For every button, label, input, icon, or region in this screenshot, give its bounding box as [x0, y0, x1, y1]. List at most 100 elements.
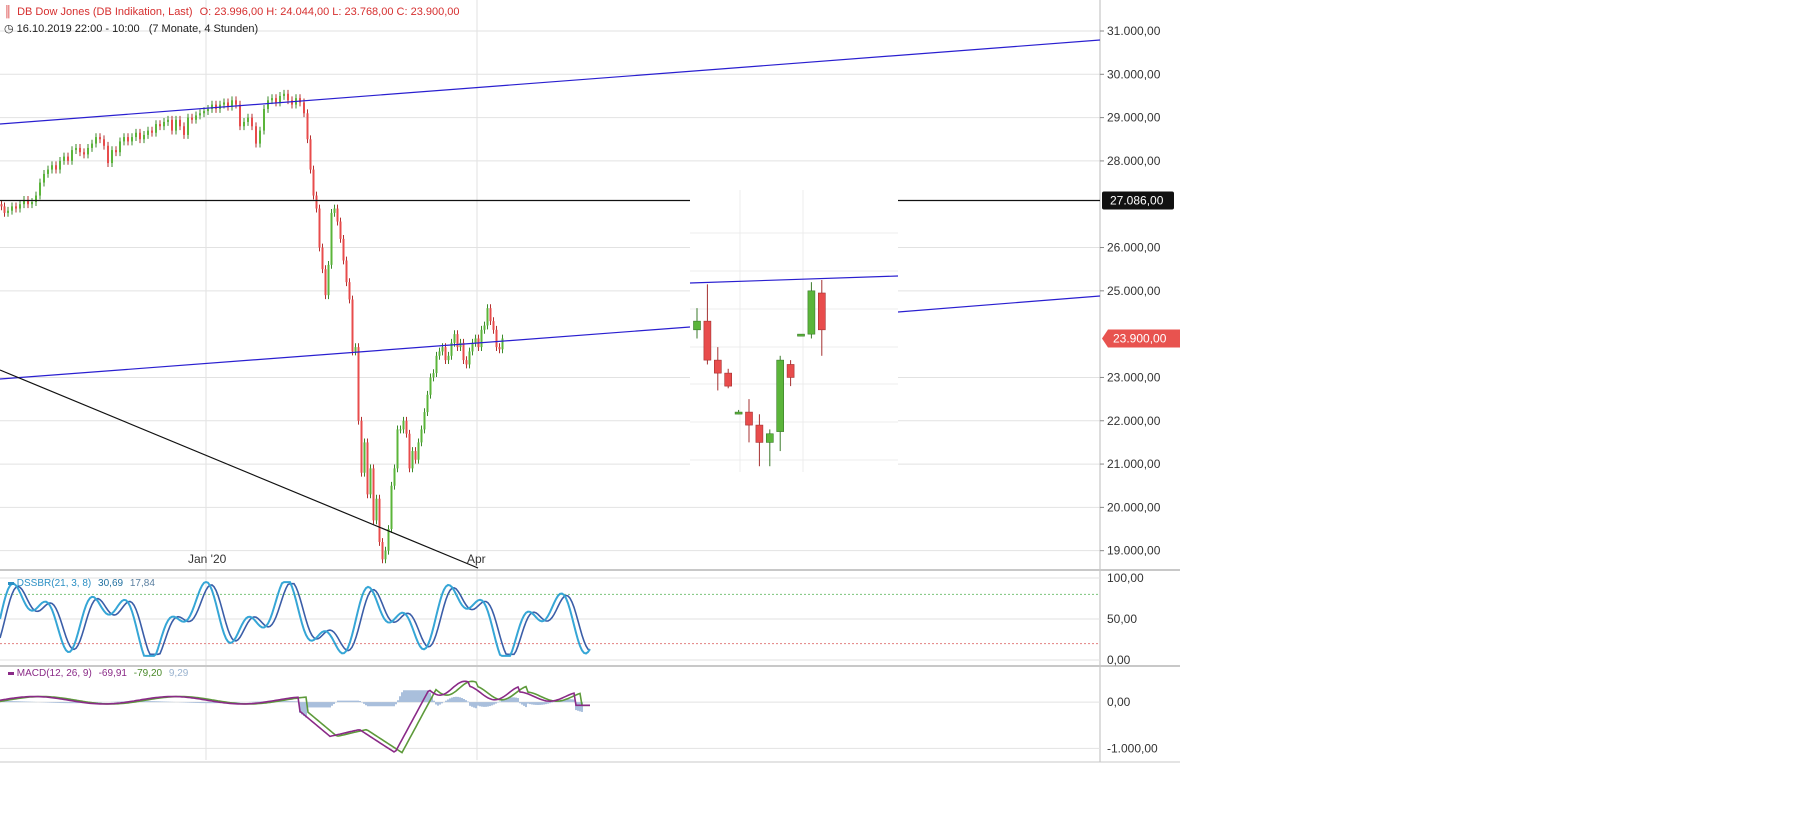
price-bar [468, 351, 471, 365]
price-bar [283, 93, 285, 96]
macd-signal-value: -79,20 [133, 668, 163, 679]
range-text: (7 Monate, 4 Stunden) [148, 23, 259, 35]
last-price-text: 23.900,00 [1113, 331, 1167, 345]
price-bar [324, 269, 327, 296]
middle-trend-line-right[interactable] [897, 295, 1101, 313]
price-bar [287, 93, 289, 101]
price-bar [0, 204, 3, 207]
zoom-candle-body [797, 333, 805, 337]
clock-icon: ◷ [4, 23, 14, 35]
price-bar [345, 260, 348, 283]
price-bar [462, 342, 465, 361]
price-bar [71, 150, 73, 161]
y-tick-label: 20.000,00 [1107, 500, 1161, 514]
x-tick-label: Apr [467, 552, 486, 566]
chart-canvas[interactable]: 31.000,00 30.000,00 29.000,00 28.000,00 27.0… [0, 0, 1813, 816]
price-bar [207, 108, 209, 112]
y-tick-label: 21.000,00 [1107, 457, 1161, 471]
price-bar [363, 442, 366, 473]
zoom-candle-body [724, 372, 733, 387]
price-bar [39, 182, 41, 196]
price-bar [139, 132, 141, 140]
price-bar [435, 355, 438, 374]
price-bar [381, 542, 384, 560]
price-bar [175, 119, 177, 131]
upper-trend-line[interactable] [0, 39, 1101, 125]
price-bar [103, 139, 105, 146]
macd-legend[interactable]: MACD(12, 26, 9) -69,91 -79,20 9,29 [8, 668, 188, 679]
dss-y-label: 0,00 [1107, 653, 1131, 667]
y-tick-label: 28.000,00 [1107, 154, 1161, 168]
macd-main-line [0, 680, 590, 753]
middle-trend-line[interactable] [0, 326, 691, 380]
zoom-candle-body [765, 433, 774, 443]
dssbr-label: DSSBR(21, 3, 8) [16, 578, 92, 589]
price-bar [306, 113, 309, 140]
price-bar [399, 429, 402, 431]
price-bar [31, 202, 33, 205]
macd-y-label: 0,00 [1107, 695, 1131, 709]
zoom-candle-body [745, 411, 753, 426]
price-bar [155, 124, 157, 133]
price-bar [115, 150, 117, 153]
price-bar [143, 134, 145, 140]
price-bar [167, 119, 169, 122]
price-bar [414, 451, 417, 460]
price-bar [67, 156, 69, 161]
price-bar [83, 152, 85, 155]
zoom-candle-body [734, 411, 743, 415]
price-bar [55, 165, 57, 170]
zoom-candle-body [776, 359, 785, 432]
price-bar [183, 126, 185, 135]
price-bar [271, 98, 273, 101]
y-tick-label: 23.000,00 [1107, 370, 1161, 384]
macd-label: MACD(12, 26, 9) [16, 668, 92, 679]
price-bar [396, 429, 399, 469]
price-bar [107, 145, 109, 164]
dssbr-swatch [8, 581, 14, 585]
price-bar [7, 210, 9, 213]
price-bar [330, 212, 333, 265]
price-bar [312, 169, 315, 196]
price-bar [299, 98, 301, 103]
dss-y-label: 100,00 [1107, 571, 1144, 585]
price-bar [171, 119, 173, 131]
price-bar [159, 124, 161, 127]
macd-swatch [8, 671, 14, 675]
zoom-candle-body [693, 320, 701, 331]
price-bar [348, 282, 351, 300]
price-bar [480, 329, 483, 348]
zoom-candle-body [817, 292, 826, 331]
price-bar [247, 117, 249, 122]
price-bar [474, 338, 477, 343]
price-bar [51, 165, 53, 170]
price-bar [459, 342, 462, 348]
price-bar [444, 347, 447, 361]
price-bar [291, 100, 293, 105]
y-tick-label: 25.000,00 [1107, 284, 1161, 298]
candles-icon[interactable]: ║ [4, 6, 14, 18]
zoom-candle-body [807, 290, 816, 335]
period-text: 16.10.2019 22:00 - 10:00 [16, 23, 140, 35]
y-tick-label: 31.000,00 [1107, 24, 1161, 38]
lower-support-line[interactable] [0, 369, 479, 569]
price-bar [426, 394, 429, 413]
price-bar [456, 334, 459, 348]
price-bar [438, 351, 441, 356]
price-bar [263, 108, 265, 131]
price-bar [408, 433, 411, 469]
macd-histogram-value: 9,29 [168, 668, 189, 679]
price-bar [402, 420, 405, 430]
ohlc-readout: O: 23.996,00 H: 24.044,00 L: 23.768,00 C… [199, 6, 460, 18]
price-bar [91, 143, 93, 148]
dssbr-legend[interactable]: DSSBR(21, 3, 8) 30,69 17,84 [8, 578, 155, 589]
price-bar [411, 451, 414, 469]
price-bar [63, 156, 65, 161]
price-bar [333, 208, 336, 213]
price-bar [390, 485, 393, 530]
price-bar [453, 334, 456, 343]
zoom-candle-body [703, 320, 712, 361]
price-bar [235, 100, 237, 105]
price-bar [75, 147, 77, 151]
dssbr-value-1: 30,69 [98, 578, 124, 589]
